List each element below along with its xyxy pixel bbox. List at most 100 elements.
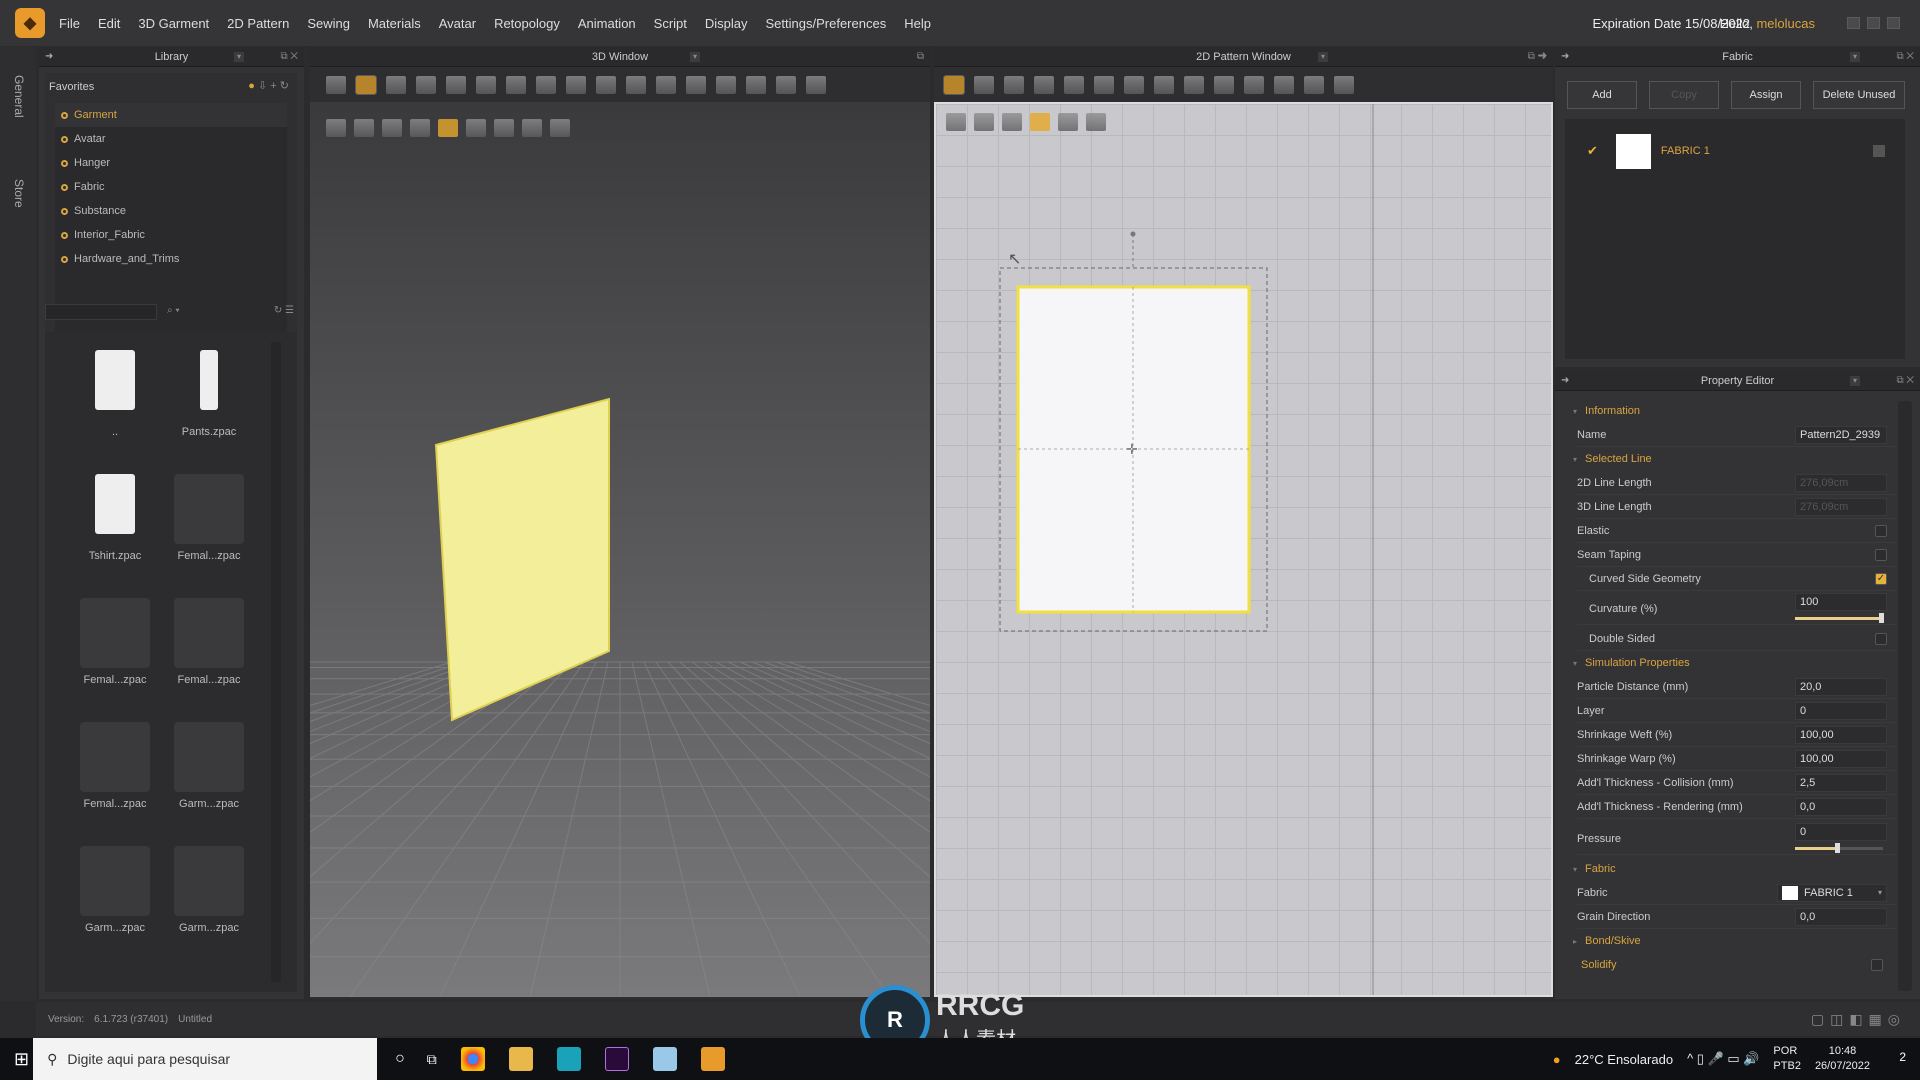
- thickness-rendering-field[interactable]: 0,0: [1795, 797, 1887, 816]
- curved-side-geometry-checkbox[interactable]: ✓: [1875, 572, 1887, 585]
- library-item[interactable]: ..: [75, 350, 155, 438]
- gusset-icon[interactable]: [1274, 76, 1294, 94]
- notch-icon[interactable]: [1304, 76, 1324, 94]
- dart-icon[interactable]: [1184, 76, 1204, 94]
- library-item[interactable]: Garm...zpac: [75, 846, 155, 934]
- library-item[interactable]: Tshirt.zpac: [75, 474, 155, 562]
- strap-icon[interactable]: [566, 76, 586, 94]
- fabric-icon[interactable]: [1030, 113, 1050, 131]
- notes-app-icon[interactable]: [652, 1047, 677, 1071]
- undock-icon[interactable]: ⧉ ➜: [1528, 51, 1547, 62]
- garment-icon[interactable]: [354, 119, 374, 137]
- world-icon[interactable]: [522, 119, 542, 137]
- arrangement-icon[interactable]: [382, 119, 402, 137]
- shrinkage-warp-field[interactable]: 100,00: [1795, 749, 1887, 768]
- rectangle-icon[interactable]: [1004, 76, 1024, 94]
- layer-field[interactable]: 0: [1795, 701, 1887, 720]
- menu-2d-pattern[interactable]: 2D Pattern: [227, 16, 289, 31]
- elastic-checkbox[interactable]: [1875, 524, 1887, 537]
- menu-animation[interactable]: Animation: [578, 16, 636, 31]
- particle-distance-field[interactable]: 20,0: [1795, 677, 1887, 696]
- expand-arrow-icon[interactable]: ▾: [1573, 659, 1577, 668]
- pressure-slider-value[interactable]: 0: [1795, 823, 1887, 841]
- restore-button[interactable]: [1867, 17, 1880, 29]
- menu-help[interactable]: Help: [904, 16, 931, 31]
- pin-icon[interactable]: ➜: [1561, 51, 1569, 62]
- pin-icon[interactable]: ➜: [1561, 375, 1569, 386]
- slider-handle[interactable]: [1835, 843, 1840, 853]
- thickness-collision-field[interactable]: 2,5: [1795, 773, 1887, 792]
- new-icon[interactable]: ●: [248, 80, 255, 92]
- language-indicator[interactable]: POR PTB2: [1773, 1044, 1801, 1074]
- 2d-viewport[interactable]: ✛ ↖: [934, 102, 1553, 997]
- zipper-icon[interactable]: [716, 76, 736, 94]
- grain-direction-field[interactable]: 0,0: [1795, 907, 1887, 926]
- name-field[interactable]: Pattern2D_2939: [1795, 425, 1887, 444]
- export-icon[interactable]: [1086, 113, 1106, 131]
- save-icon[interactable]: [1873, 145, 1885, 157]
- favorite-hanger[interactable]: Hanger: [55, 151, 287, 175]
- menu-sewing[interactable]: Sewing: [307, 16, 350, 31]
- chevron-down-icon[interactable]: ▾: [234, 51, 244, 62]
- menu-display[interactable]: Display: [705, 16, 748, 31]
- menu-settings-preferences[interactable]: Settings/Preferences: [766, 16, 887, 31]
- rotate-handle[interactable]: [1130, 231, 1136, 237]
- fabric-icon[interactable]: [438, 119, 458, 137]
- menu-materials[interactable]: Materials: [368, 16, 421, 31]
- expand-arrow-icon[interactable]: ▸: [1573, 937, 1577, 946]
- grid-icon[interactable]: [1058, 113, 1078, 131]
- clo-app-icon[interactable]: [700, 1047, 725, 1071]
- chrome-icon[interactable]: [460, 1047, 485, 1071]
- section-information-label[interactable]: Information: [1585, 405, 1893, 417]
- tray-icons[interactable]: ^ ▯ 🎤 ▭ 🔊: [1687, 1051, 1759, 1067]
- tab-general[interactable]: General: [12, 75, 26, 118]
- fold-icon[interactable]: [536, 76, 556, 94]
- solidify-checkbox[interactable]: [1871, 959, 1883, 971]
- pin-icon[interactable]: [596, 76, 616, 94]
- menu-3d-garment[interactable]: 3D Garment: [138, 16, 209, 31]
- add-fabric-button[interactable]: Add: [1567, 81, 1637, 109]
- expand-arrow-icon[interactable]: ▾: [1573, 455, 1577, 464]
- layout-buttons-icon[interactable]: ▢◫◧▦◎: [1811, 1011, 1906, 1028]
- tab-store[interactable]: Store: [12, 179, 26, 208]
- select-mesh-icon[interactable]: [476, 76, 496, 94]
- expand-arrow-icon[interactable]: ▾: [1573, 407, 1577, 416]
- segment-sewing-icon[interactable]: [1094, 76, 1114, 94]
- tape-icon[interactable]: [1154, 76, 1174, 94]
- refresh-icon[interactable]: ↻: [280, 80, 289, 92]
- pose-icon[interactable]: [806, 76, 826, 94]
- file-explorer-icon[interactable]: [508, 1047, 533, 1071]
- transform-pattern-icon[interactable]: [943, 75, 965, 95]
- windows-start-icon[interactable]: ⊞: [14, 1049, 29, 1070]
- transform-icon[interactable]: [355, 75, 377, 95]
- pressure-slider[interactable]: [1795, 843, 1883, 853]
- avatar-measure-icon[interactable]: [776, 76, 796, 94]
- chevron-down-icon[interactable]: ▾: [690, 51, 700, 62]
- library-item[interactable]: Femal...zpac: [75, 598, 155, 686]
- username[interactable]: melolucas: [1756, 16, 1815, 31]
- polygon-icon[interactable]: [1034, 76, 1054, 94]
- seam-taping-checkbox[interactable]: [1875, 548, 1887, 561]
- section-bond-skive-label[interactable]: Bond/Skive: [1585, 935, 1893, 947]
- library-item[interactable]: Femal...zpac: [169, 474, 249, 562]
- section-selected-line-label[interactable]: Selected Line: [1585, 453, 1893, 465]
- premiere-icon[interactable]: [604, 1047, 629, 1071]
- favorite-substance[interactable]: Substance: [55, 199, 287, 223]
- library-item[interactable]: Garm...zpac: [169, 722, 249, 810]
- assign-fabric-button[interactable]: Assign: [1731, 81, 1801, 109]
- delete-unused-button[interactable]: Delete Unused: [1813, 81, 1905, 109]
- zoom-icon[interactable]: [1002, 113, 1022, 131]
- shrinkage-weft-field[interactable]: 100,00: [1795, 725, 1887, 744]
- curvature-slider[interactable]: [1795, 613, 1884, 623]
- avatar-icon[interactable]: [410, 119, 430, 137]
- menu-retopology[interactable]: Retopology: [494, 16, 560, 31]
- section-fabric-label[interactable]: Fabric: [1585, 863, 1893, 875]
- export-icon[interactable]: [550, 119, 570, 137]
- menu-edit[interactable]: Edit: [98, 16, 120, 31]
- measure-icon[interactable]: [746, 76, 766, 94]
- chevron-down-icon[interactable]: ▾: [1850, 51, 1860, 62]
- edit-point-icon[interactable]: [974, 76, 994, 94]
- fabric-list-item[interactable]: ✔ FABRIC 1: [1565, 131, 1905, 171]
- taskbar-search-input[interactable]: ⚲ Digite aqui para pesquisar: [33, 1038, 378, 1080]
- close-icon[interactable]: ⧉ ✕: [280, 51, 298, 62]
